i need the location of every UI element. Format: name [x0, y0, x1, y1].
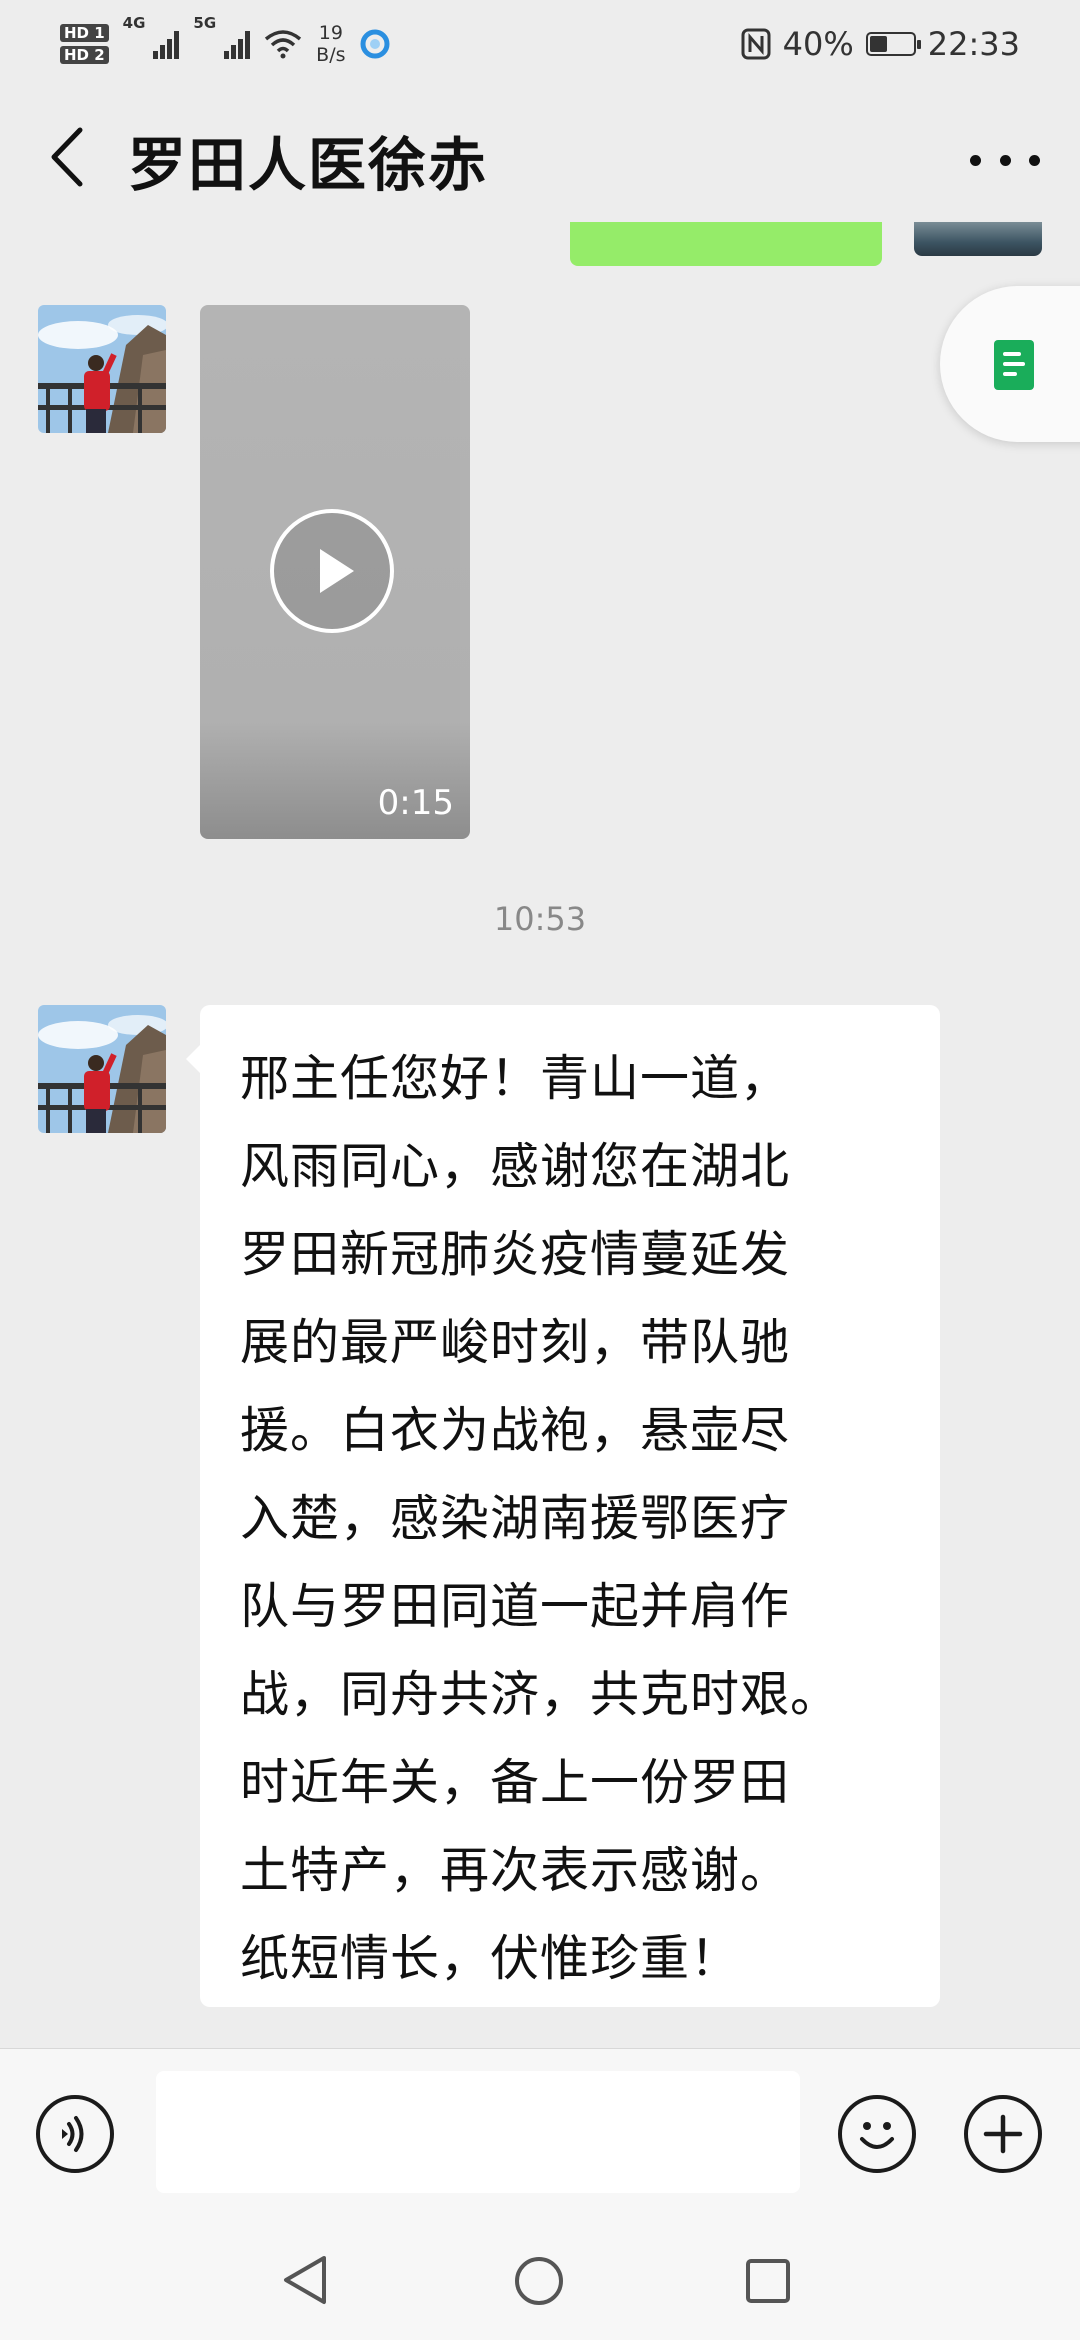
back-arrow-icon [51, 127, 83, 187]
contact-avatar[interactable] [38, 1005, 166, 1133]
voice-button[interactable] [36, 2095, 114, 2173]
speed-unit: B/s [316, 44, 346, 66]
hd1-badge: HD 1 [60, 24, 109, 42]
network-label-2: 5G [193, 14, 217, 32]
hd2-badge: HD 2 [60, 46, 109, 64]
sent-message-bubble[interactable] [570, 222, 882, 266]
browser-app-icon [360, 29, 390, 59]
message-input[interactable] [156, 2071, 800, 2193]
message-line: 土特产，再次表示感谢。 [240, 1842, 791, 1899]
network-label-1: 4G [122, 14, 146, 32]
play-icon [320, 549, 354, 593]
play-button[interactable] [270, 509, 394, 633]
hd-indicators: HD 1 HD 2 [60, 24, 109, 64]
message-line: 援。白衣为战袍，悬壶尽 [240, 1402, 791, 1459]
floating-document-button[interactable] [940, 286, 1080, 442]
status-bar-right: 40% 22:33 [741, 14, 1020, 74]
message-line: 纸短情长，伏惟珍重！ [240, 1930, 741, 1987]
sent-image-message[interactable] [914, 222, 1042, 256]
text-message-bubble[interactable]: 邢主任您好！青山一道， 风雨同心，感谢您在湖北 罗田新冠肺炎疫情蔓延发 展的最严… [186, 1005, 940, 2007]
video-duration: 0:15 [377, 783, 454, 823]
document-icon [994, 340, 1034, 390]
video-message[interactable]: 0:15 [200, 305, 470, 839]
battery-percent: 40% [782, 25, 854, 63]
chat-title: 罗田人医徐赤 [128, 131, 489, 199]
input-bar [0, 2048, 1080, 2219]
battery-fill [869, 36, 887, 52]
more-button[interactable] [970, 140, 1040, 180]
contact-avatar[interactable] [38, 305, 166, 433]
message-timestamp: 10:53 [493, 900, 587, 938]
voice-icon [62, 2116, 84, 2152]
wifi-icon [265, 30, 302, 59]
signal-icon [153, 29, 180, 59]
clock: 22:33 [927, 25, 1020, 63]
message-line: 邢主任您好！青山一道， [240, 1050, 791, 1107]
network-speed: 19 B/s [316, 22, 345, 66]
emoji-icon [860, 2122, 894, 2149]
status-bar-left: HD 1 HD 2 4G 5G 19 B/s [60, 14, 390, 74]
add-button[interactable] [964, 2095, 1042, 2173]
nav-recents-icon[interactable] [745, 2258, 791, 2304]
battery-icon [865, 32, 921, 56]
message-line: 入楚，感染湖南援鄂医疗 [240, 1490, 791, 1547]
message-line: 风雨同心，感谢您在湖北 [240, 1138, 791, 1195]
message-line: 战，同舟共济，共克时艰。 [240, 1666, 841, 1723]
signal-icon-2 [224, 29, 251, 59]
message-line: 展的最严峻时刻，带队驰 [240, 1314, 791, 1371]
message-line: 罗田新冠肺炎疫情蔓延发 [240, 1226, 791, 1283]
add-icon [983, 2114, 1023, 2154]
system-nav-bar [0, 2218, 1080, 2340]
nav-home-icon[interactable] [512, 2254, 566, 2308]
message-line: 队与罗田同道一起并肩作 [240, 1578, 791, 1635]
nav-back-icon[interactable] [280, 2254, 330, 2306]
nfc-icon [741, 28, 771, 60]
emoji-button[interactable] [838, 2095, 916, 2173]
more-icon [970, 154, 1040, 166]
message-line: 时近年关，备上一份罗田 [240, 1754, 791, 1811]
back-button[interactable] [40, 122, 96, 192]
speed-value: 19 [318, 22, 343, 44]
